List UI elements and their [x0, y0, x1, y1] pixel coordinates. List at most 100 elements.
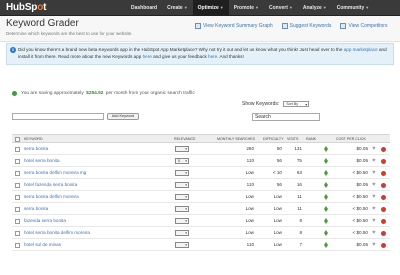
row-checkbox[interactable]: [15, 230, 20, 236]
read-more-link[interactable]: here: [143, 54, 152, 59]
table-row: hotel serra bonita 5 110 56 75 $0.05 ♥: [12, 155, 390, 167]
view-competitors-link[interactable]: View Competitors: [340, 23, 387, 29]
rank-trend-icon: [324, 170, 329, 176]
rank-value: [305, 167, 319, 179]
add-keyword-input[interactable]: [12, 113, 104, 120]
relevance-select[interactable]: [175, 218, 189, 224]
relevance-select[interactable]: [175, 146, 189, 152]
relevance-select[interactable]: [175, 182, 189, 188]
visits-value: 11: [297, 206, 302, 211]
select-all-checkbox[interactable]: [15, 137, 20, 142]
delete-icon[interactable]: [381, 206, 386, 212]
visits-value: 8: [299, 230, 302, 235]
nav-convert[interactable]: Convert▼: [264, 0, 298, 16]
keyword-link[interactable]: serra bonita: [24, 203, 48, 215]
keyword-link[interactable]: fazenda serra bonita: [24, 215, 66, 227]
favorite-star-icon[interactable]: ♥: [372, 230, 376, 236]
monthly-searches-value: Low: [245, 170, 254, 175]
row-checkbox[interactable]: [15, 170, 20, 176]
rank-trend-icon: [324, 158, 329, 164]
relevance-select[interactable]: [175, 230, 189, 236]
row-checkbox[interactable]: [15, 206, 20, 212]
delete-icon[interactable]: [381, 194, 386, 200]
favorite-star-icon[interactable]: ♥: [372, 158, 376, 164]
favorite-star-icon[interactable]: ♥: [372, 170, 376, 176]
chart-icon: [195, 23, 201, 29]
hubspot-logo[interactable]: HubSpot: [6, 2, 46, 13]
rank-value: [305, 155, 319, 167]
visits-value: 11: [297, 194, 302, 199]
monthly-searches-value: Low: [245, 206, 254, 211]
difficulty-value: Low: [273, 218, 282, 223]
rank-value: [305, 143, 319, 155]
cost-per-click-value: $0.05: [356, 158, 369, 163]
relevance-select[interactable]: [175, 194, 189, 200]
rank-value: [305, 215, 319, 227]
chevron-down-icon: ▼: [322, 5, 327, 10]
keyword-link[interactable]: serra bonita: [24, 143, 48, 155]
table-row: serra bonita 260 50 131 $0.05 ♥: [12, 143, 390, 155]
nav-analyze[interactable]: Analyze▼: [298, 0, 332, 16]
delete-icon[interactable]: [381, 218, 386, 224]
feedback-link[interactable]: here: [208, 54, 217, 59]
favorite-star-icon[interactable]: ♥: [372, 146, 376, 152]
delete-icon[interactable]: [381, 146, 386, 152]
rank-trend-icon: [324, 146, 329, 152]
delete-icon[interactable]: [381, 170, 386, 176]
chevron-down-icon: ▼: [183, 5, 188, 10]
top-nav: HubSpot Dashboard Create▼ Optimize▼ Prom…: [0, 0, 400, 16]
delete-icon[interactable]: [381, 182, 386, 188]
favorite-star-icon[interactable]: ♥: [372, 218, 376, 224]
nav-dashboard[interactable]: Dashboard: [126, 0, 162, 16]
show-keywords-control: Show Keywords: Sort By: [242, 101, 310, 107]
app-marketplace-link[interactable]: app marketplace: [344, 47, 378, 52]
table-header: KEYWORD RELEVANCE MONTHLY SEARCHES DIFFI…: [12, 134, 390, 143]
favorite-star-icon[interactable]: ♥: [372, 206, 376, 212]
table-row: hotel serra bonita delfim moreira Low Lo…: [12, 227, 390, 239]
row-checkbox[interactable]: [15, 182, 20, 188]
difficulty-value: 56: [276, 182, 282, 187]
relevance-select[interactable]: [175, 242, 189, 248]
delete-icon[interactable]: [381, 230, 386, 236]
delete-icon[interactable]: [381, 158, 386, 164]
favorite-star-icon[interactable]: ♥: [372, 194, 376, 200]
view-keyword-summary-graph-link[interactable]: View Keyword Summary Graph: [195, 23, 273, 29]
relevance-select[interactable]: [175, 206, 189, 212]
row-checkbox[interactable]: [15, 242, 20, 248]
relevance-select[interactable]: [175, 170, 189, 176]
row-checkbox[interactable]: [15, 218, 20, 224]
keyword-link[interactable]: hotel serra bonita: [24, 155, 60, 167]
keyword-link[interactable]: hotel fazenda serra bonita: [24, 179, 77, 191]
row-checkbox[interactable]: [15, 158, 20, 164]
nav-community[interactable]: Community▼: [332, 0, 374, 16]
lightbulb-icon: [281, 23, 288, 29]
relevance-select[interactable]: 5: [175, 158, 189, 164]
table-row: serra bonita Low Low 11 < $0.50 ♥: [12, 203, 390, 215]
table-row: serra bonita delfim moreira mg Low < 10 …: [12, 167, 390, 179]
row-checkbox[interactable]: [15, 194, 20, 200]
keyword-link[interactable]: serra bonita delfim moreira mg: [24, 167, 86, 179]
cost-per-click-value: $0.05: [356, 182, 369, 187]
add-keyword-button[interactable]: Add Keyword: [107, 113, 139, 120]
row-checkbox[interactable]: [15, 146, 20, 152]
table-row: hotel sul de minas 110 Low 7 $0.05 ♥: [12, 239, 390, 251]
favorite-star-icon[interactable]: ♥: [372, 242, 376, 248]
favorite-star-icon[interactable]: ♥: [372, 182, 376, 188]
keyword-link[interactable]: serra bonita delfim moreira: [24, 191, 79, 203]
rank-value: [305, 227, 319, 239]
monthly-searches-value: Low: [245, 218, 254, 223]
keyword-link[interactable]: hotel serra bonita delfim moreira: [24, 227, 90, 239]
visits-value: 7: [299, 242, 302, 247]
delete-icon[interactable]: [381, 242, 386, 248]
beta-app-notice: i Did you know there's a brand new beta …: [6, 43, 394, 65]
nav-optimize[interactable]: Optimize▼: [192, 0, 229, 16]
cost-per-click-value: < $0.50: [352, 230, 368, 235]
keyword-link[interactable]: hotel sul de minas: [24, 239, 61, 251]
nav-create[interactable]: Create▼: [162, 0, 193, 16]
rank-value: [305, 179, 319, 191]
search-keywords-input[interactable]: Search: [252, 113, 320, 121]
suggest-keywords-link[interactable]: Suggest Keywords: [281, 23, 331, 29]
page-subtitle: Determine which keywords are the best to…: [6, 31, 133, 36]
sort-by-select[interactable]: Sort By: [283, 101, 310, 107]
nav-promote[interactable]: Promote▼: [229, 0, 264, 16]
